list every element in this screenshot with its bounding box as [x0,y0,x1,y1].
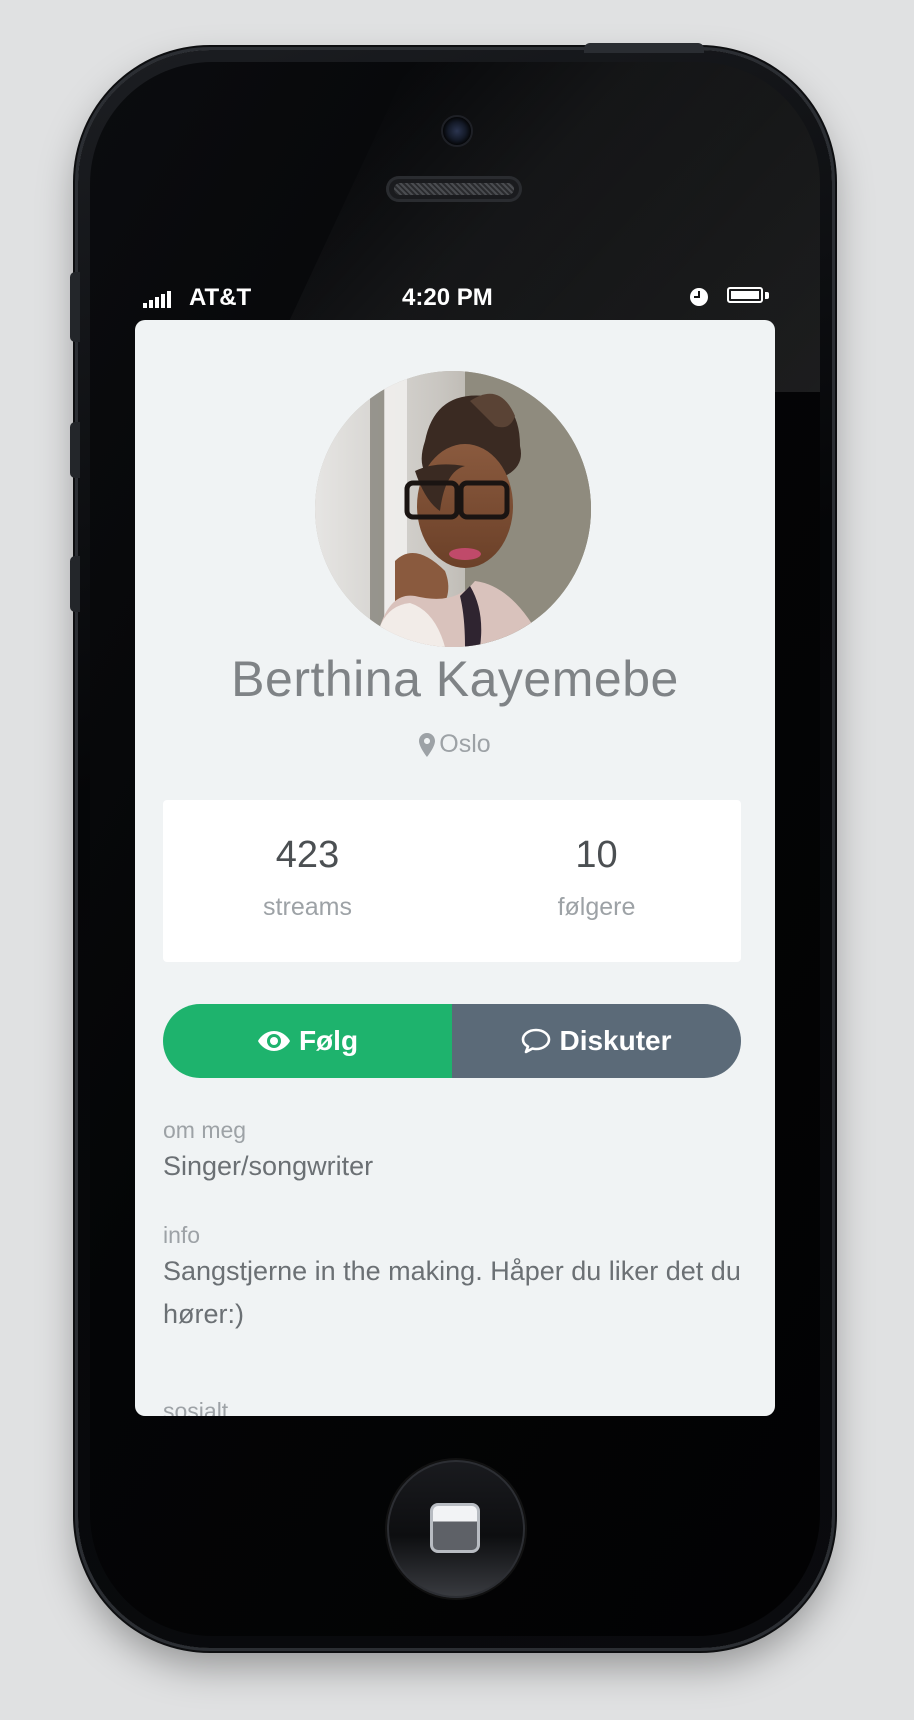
location-label: Oslo [439,730,491,758]
stat-label: streams [263,893,352,921]
follow-label: Følg [298,1025,359,1056]
info-label: info [163,1222,201,1248]
carrier-name: AT&T [189,284,252,311]
signal-strength-icon [143,288,171,308]
profile-screen: Berthina Kayemebe Oslo 423 streams 10 fø… [135,320,775,1416]
battery-icon [727,287,763,303]
discuss-label: Diskuter [559,1025,672,1056]
home-button[interactable] [387,1460,525,1598]
alarm-clock-icon [690,288,708,306]
speech-bubble-icon [522,1028,551,1054]
stat-streams[interactable]: 423 streams [163,800,452,962]
stat-label: følgere [557,893,636,921]
profile-name: Berthina Kayemebe [231,651,679,707]
home-square-icon [430,1503,480,1553]
about-text: Singer/songwriter [163,1151,374,1181]
mute-switch [70,272,80,342]
stat-value: 423 [275,834,340,876]
avatar [315,371,591,647]
power-button [584,43,704,53]
discuss-button[interactable]: Diskuter [452,1004,741,1078]
volume-up-button [70,422,80,478]
action-buttons: Følg Diskuter [163,1004,741,1078]
volume-down-button [70,556,80,612]
status-time: 4:20 PM [402,284,493,311]
battery-nub [765,292,769,299]
stats-panel: 423 streams 10 følgere [163,800,741,962]
status-bar: AT&T 4:20 PM [135,282,775,314]
stat-followers[interactable]: 10 følgere [452,800,741,962]
social-label: sosialt [163,1398,229,1416]
earpiece-speaker [386,176,522,202]
eye-icon [257,1031,290,1051]
camera-icon [441,115,473,147]
follow-button[interactable]: Følg [163,1004,452,1078]
info-text: Sangstjerne in the making. Håper du like… [163,1256,741,1329]
profile-location: Oslo [135,730,775,764]
map-pin-icon [419,732,436,757]
about-label: om meg [163,1117,247,1143]
stat-value: 10 [575,834,618,876]
